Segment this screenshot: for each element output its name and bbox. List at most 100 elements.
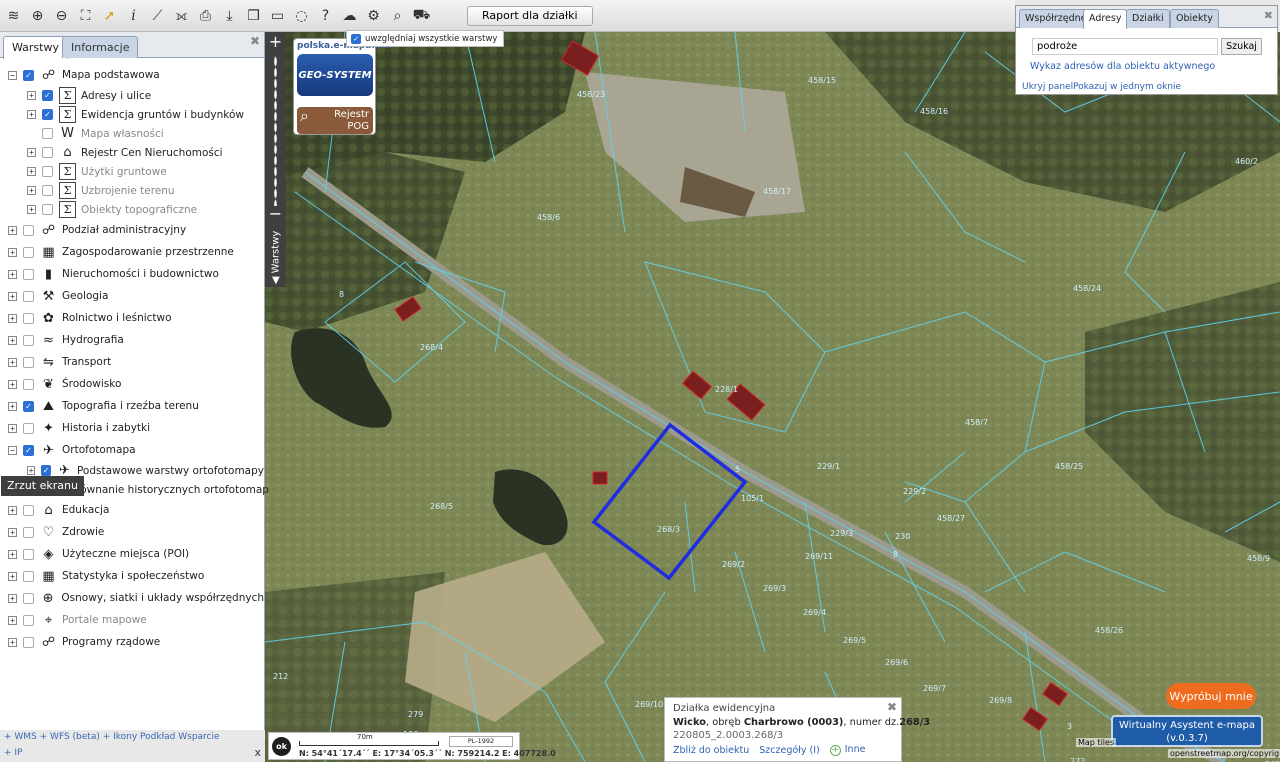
- expand-toggle-icon[interactable]: +: [8, 357, 17, 367]
- geo-system-logo[interactable]: GEO-SYSTEM: [297, 54, 373, 96]
- copy-map-icon[interactable]: ❐: [243, 5, 264, 26]
- more-link[interactable]: + Inne: [829, 744, 865, 756]
- layer-checkbox[interactable]: [23, 356, 34, 368]
- layer-row[interactable]: + ✓ ⛰ Topografia i rzeźba terenu: [0, 395, 264, 417]
- expand-toggle-icon[interactable]: +: [27, 466, 36, 475]
- crs-select[interactable]: PL-1992: [449, 736, 513, 747]
- expand-toggle-icon[interactable]: +: [8, 313, 17, 323]
- zoom-out-button[interactable]: −: [265, 204, 286, 223]
- layer-row[interactable]: + Σ Uzbrojenie terenu: [0, 181, 264, 200]
- layer-checkbox[interactable]: [23, 504, 34, 516]
- layer-checkbox[interactable]: [23, 422, 34, 434]
- layer-row[interactable]: + ✦ Historia i zabytki: [0, 417, 264, 439]
- expand-toggle-icon[interactable]: +: [27, 110, 36, 119]
- expand-toggle-icon[interactable]: +: [27, 205, 36, 214]
- layer-row[interactable]: + Σ Użytki gruntowe: [0, 162, 264, 181]
- layer-checkbox[interactable]: [42, 147, 53, 158]
- layer-checkbox[interactable]: [23, 290, 34, 302]
- close-icon[interactable]: ✖: [887, 700, 897, 714]
- close-icon[interactable]: ✖: [250, 34, 260, 48]
- layer-row[interactable]: W Mapa własności: [0, 124, 264, 143]
- layers-vertical-tab[interactable]: ◀ Warstwy: [265, 227, 286, 287]
- screen-icon[interactable]: ▭: [267, 5, 288, 26]
- layer-row[interactable]: + ⌂ Edukacja: [0, 499, 264, 521]
- zoom-in-button[interactable]: +: [265, 32, 286, 51]
- expand-toggle-icon[interactable]: +: [27, 167, 36, 176]
- layer-checkbox[interactable]: [23, 334, 34, 346]
- tab-obiekty[interactable]: Obiekty: [1170, 9, 1219, 28]
- layer-row[interactable]: + ✿ Rolnictwo i leśnictwo: [0, 307, 264, 329]
- layer-row[interactable]: + ♡ Zdrowie: [0, 521, 264, 543]
- layer-row[interactable]: + ≈ Hydrografia: [0, 329, 264, 351]
- expand-toggle-icon[interactable]: +: [27, 148, 36, 157]
- layer-checkbox[interactable]: [23, 224, 34, 236]
- details-link[interactable]: Szczegóły (I): [759, 745, 819, 756]
- expand-toggle-icon[interactable]: +: [8, 527, 17, 537]
- address-search-input[interactable]: [1032, 38, 1218, 55]
- layer-row[interactable]: + ☍ Programy rządowe: [0, 631, 264, 653]
- map-view[interactable]: 458/23 458/15 458/16 458/17 458/6 460/2 458/24…: [265, 32, 1280, 762]
- zoom-extent-icon[interactable]: ⛶: [75, 5, 96, 26]
- layer-row[interactable]: + ▦ Statystyka i społeczeństwo: [0, 565, 264, 587]
- expand-toggle-icon[interactable]: +: [8, 401, 17, 411]
- layer-row[interactable]: − ✓ ✈ Ortofotomapa: [0, 439, 264, 461]
- print-icon[interactable]: ⎙: [195, 5, 216, 26]
- one-window-link[interactable]: Pokazuj w jednym oknie: [1073, 82, 1181, 92]
- layer-checkbox[interactable]: [23, 570, 34, 582]
- expand-toggle-icon[interactable]: +: [8, 335, 17, 345]
- select-arrow-icon[interactable]: ➚: [99, 5, 120, 26]
- expand-toggle-icon[interactable]: +: [8, 593, 17, 603]
- expand-toggle-icon[interactable]: +: [8, 637, 17, 647]
- close-icon[interactable]: ✖: [1264, 9, 1273, 22]
- tab-warstwy[interactable]: Warstwy: [3, 36, 68, 59]
- settings-icon[interactable]: ⚙: [363, 5, 384, 26]
- layer-checkbox[interactable]: [42, 128, 53, 139]
- layer-checkbox[interactable]: [23, 312, 34, 324]
- expand-toggle-icon[interactable]: +: [8, 247, 17, 257]
- layer-row[interactable]: + ⊕ Osnowy, siatki i układy współrzędnych: [0, 587, 264, 609]
- layer-row[interactable]: + ⌂ Rejestr Cen Nieruchomości: [0, 143, 264, 162]
- tab-adresy[interactable]: Adresy: [1083, 9, 1128, 29]
- parcel-report-button[interactable]: Raport dla działki: [467, 5, 593, 26]
- expand-toggle-icon[interactable]: +: [8, 225, 17, 235]
- expand-toggle-icon[interactable]: −: [8, 445, 17, 455]
- tab-wspolrzedne[interactable]: Współrzędne: [1019, 9, 1093, 28]
- expand-toggle-icon[interactable]: +: [8, 269, 17, 279]
- layer-checkbox[interactable]: ✓: [23, 400, 34, 412]
- expand-toggle-icon[interactable]: +: [8, 505, 17, 515]
- layer-checkbox[interactable]: [23, 526, 34, 538]
- layer-checkbox[interactable]: [22, 592, 34, 604]
- rejestr-pog-button[interactable]: ⌕ Rejestr POG: [297, 107, 373, 134]
- help-icon[interactable]: ?: [315, 5, 336, 26]
- layers-icon[interactable]: ≋: [3, 5, 24, 26]
- layer-row[interactable]: + ⌖ Portale mapowe: [0, 609, 264, 631]
- zoom-out-icon[interactable]: ⊖: [51, 5, 72, 26]
- layer-checkbox[interactable]: ✓: [42, 90, 53, 101]
- all-layers-checkbox[interactable]: ✓ uwzględniaj wszystkie warstwy: [346, 30, 505, 47]
- layer-row[interactable]: + ✓ Σ Ewidencja gruntów i budynków: [0, 105, 264, 124]
- hide-panel-link[interactable]: Ukryj panel: [1022, 82, 1073, 92]
- expand-toggle-icon[interactable]: +: [8, 379, 17, 389]
- layer-checkbox[interactable]: [23, 378, 34, 390]
- expand-toggle-icon[interactable]: +: [8, 549, 17, 559]
- layer-checkbox[interactable]: [23, 268, 34, 280]
- tab-dzialki[interactable]: Działki: [1126, 9, 1170, 28]
- layer-row[interactable]: + ▮ Nieruchomości i budownictwo: [0, 263, 264, 285]
- selected-parcel-outline[interactable]: [591, 422, 748, 581]
- search-map-icon[interactable]: ⌕: [387, 5, 408, 26]
- layer-checkbox[interactable]: ✓: [23, 444, 34, 456]
- expand-toggle-icon[interactable]: +: [27, 91, 36, 100]
- layer-checkbox[interactable]: [42, 185, 53, 196]
- address-list-link[interactable]: Wykaz adresów dla obiektu aktywnego: [1030, 61, 1215, 72]
- expand-toggle-icon[interactable]: +: [8, 291, 17, 301]
- try-me-button[interactable]: Wypróbuj mnie: [1166, 683, 1256, 709]
- layer-row[interactable]: + ◈ Użyteczne miejsca (POI): [0, 543, 264, 565]
- layer-row[interactable]: + ☍ Podział administracyjny: [0, 219, 264, 241]
- footer-links-2[interactable]: + IP: [4, 748, 22, 758]
- layer-row[interactable]: − ✓ ☍ Mapa podstawowa: [0, 64, 264, 86]
- zoom-in-icon[interactable]: ⊕: [27, 5, 48, 26]
- info-icon[interactable]: i: [123, 5, 144, 26]
- measure-area-icon[interactable]: ⟗: [171, 5, 192, 26]
- virtual-assistant-button[interactable]: Wirtualny Asystent e-mapa (v.0.3.7): [1111, 715, 1263, 747]
- footer-close[interactable]: x: [254, 746, 261, 759]
